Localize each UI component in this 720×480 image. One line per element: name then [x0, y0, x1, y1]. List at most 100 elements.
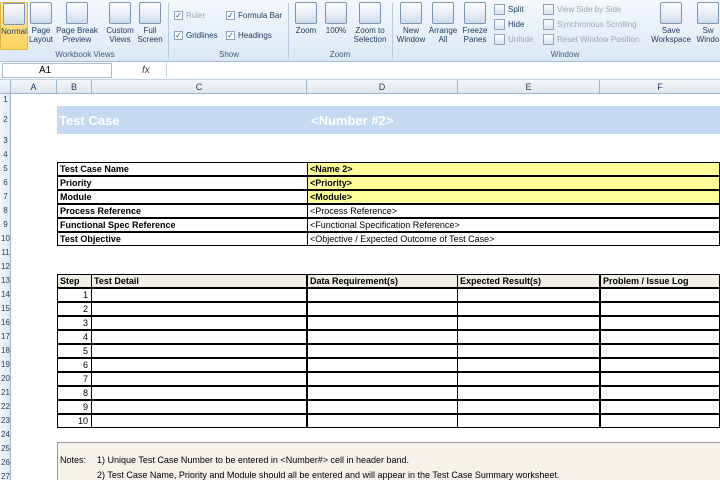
column-header-e[interactable]: E — [458, 80, 600, 94]
step-cell[interactable] — [600, 288, 720, 302]
arrange-all-button[interactable]: Arrange All — [428, 2, 458, 50]
step-number-cell[interactable]: 3 — [57, 316, 92, 330]
row-header[interactable]: 25 — [0, 442, 10, 456]
formula-input[interactable] — [166, 63, 720, 78]
save-workspace-button[interactable]: Save Workspace — [650, 2, 692, 50]
step-cell[interactable] — [600, 316, 720, 330]
step-number-cell[interactable]: 8 — [57, 386, 92, 400]
step-cell[interactable] — [307, 344, 458, 358]
step-cell[interactable] — [307, 386, 458, 400]
row-header[interactable]: 13 — [0, 274, 10, 288]
step-cell[interactable] — [91, 414, 307, 428]
row-header[interactable]: 26 — [0, 456, 10, 470]
unhide-button[interactable]: Unhide — [494, 32, 533, 46]
step-cell[interactable] — [91, 358, 307, 372]
step-cell[interactable] — [457, 386, 600, 400]
step-cell[interactable] — [307, 414, 458, 428]
step-number-cell[interactable]: 10 — [57, 414, 92, 428]
step-cell[interactable] — [307, 316, 458, 330]
step-cell[interactable] — [600, 358, 720, 372]
switch-windows-button[interactable]: Sw Windo — [696, 2, 720, 50]
step-cell[interactable] — [600, 330, 720, 344]
fx-icon[interactable]: fx — [142, 65, 150, 76]
step-cell[interactable] — [307, 288, 458, 302]
column-header-c[interactable]: C — [92, 80, 307, 94]
row-header[interactable]: 18 — [0, 344, 10, 358]
headings-checkbox[interactable]: ✓ Headings — [226, 29, 272, 41]
normal-view-button[interactable]: Normal — [0, 2, 28, 50]
info-value[interactable]: <Name 2> — [307, 162, 720, 176]
step-cell[interactable] — [457, 344, 600, 358]
page-layout-button[interactable]: Page Layout — [28, 2, 54, 50]
step-number-cell[interactable]: 7 — [57, 372, 92, 386]
hide-button[interactable]: Hide — [494, 17, 524, 31]
new-window-button[interactable]: New Window — [396, 2, 426, 50]
info-value[interactable]: <Functional Specification Reference> — [307, 218, 720, 232]
step-cell[interactable] — [600, 400, 720, 414]
row-header[interactable]: 15 — [0, 302, 10, 316]
row-header[interactable]: 11 — [0, 246, 10, 260]
row-header[interactable]: 8 — [0, 204, 10, 218]
step-cell[interactable] — [457, 288, 600, 302]
step-cell[interactable] — [91, 386, 307, 400]
reset-window-position-button[interactable]: Reset Window Position — [543, 32, 639, 46]
step-cell[interactable] — [600, 414, 720, 428]
row-header[interactable]: 19 — [0, 358, 10, 372]
step-cell[interactable] — [457, 400, 600, 414]
step-cell[interactable] — [457, 358, 600, 372]
row-header[interactable]: 23 — [0, 414, 10, 428]
zoom-to-selection-button[interactable]: Zoom to Selection — [352, 2, 388, 50]
step-number-cell[interactable]: 9 — [57, 400, 92, 414]
row-header[interactable]: 17 — [0, 330, 10, 344]
step-cell[interactable] — [457, 414, 600, 428]
row-header[interactable]: 1 — [0, 94, 10, 106]
step-cell[interactable] — [91, 372, 307, 386]
page-break-preview-button[interactable]: Page Break Preview — [56, 2, 98, 50]
name-box[interactable]: A1 — [2, 63, 112, 78]
synchronous-scrolling-button[interactable]: Synchronous Scrolling — [543, 17, 637, 31]
column-header-b[interactable]: B — [57, 80, 92, 94]
step-cell[interactable] — [91, 302, 307, 316]
row-header[interactable]: 24 — [0, 428, 10, 442]
split-button[interactable]: Split — [494, 2, 524, 16]
info-value[interactable]: <Objective / Expected Outcome of Test Ca… — [307, 232, 720, 246]
step-cell[interactable] — [457, 372, 600, 386]
row-header[interactable]: 22 — [0, 400, 10, 414]
step-number-cell[interactable]: 6 — [57, 358, 92, 372]
step-number-cell[interactable]: 4 — [57, 330, 92, 344]
step-cell[interactable] — [457, 330, 600, 344]
gridlines-checkbox[interactable]: ✓ Gridlines — [174, 29, 218, 41]
worksheet[interactable]: Test Case <Number #2> Test Case Name <Nam… — [11, 94, 720, 480]
step-cell[interactable] — [91, 344, 307, 358]
row-header[interactable]: 3 — [0, 134, 10, 148]
test-case-number[interactable]: <Number #2> — [311, 113, 393, 128]
info-value[interactable]: <Priority> — [307, 176, 720, 190]
row-header[interactable]: 9 — [0, 218, 10, 232]
formula-bar-checkbox[interactable]: ✓ Formula Bar — [226, 9, 282, 21]
custom-views-button[interactable]: Custom Views — [104, 2, 136, 50]
step-cell[interactable] — [91, 288, 307, 302]
step-cell[interactable] — [600, 344, 720, 358]
step-number-cell[interactable]: 1 — [57, 288, 92, 302]
view-side-by-side-button[interactable]: View Side by Side — [543, 2, 621, 16]
column-header-f[interactable]: F — [600, 80, 720, 94]
row-header[interactable]: 14 — [0, 288, 10, 302]
row-header[interactable]: 16 — [0, 316, 10, 330]
zoom-100-button[interactable]: 100% — [322, 2, 350, 50]
column-header-a[interactable]: A — [11, 80, 57, 94]
row-header[interactable]: 6 — [0, 176, 10, 190]
row-header[interactable]: 10 — [0, 232, 10, 246]
step-cell[interactable] — [600, 386, 720, 400]
ruler-checkbox[interactable]: ✓ Ruler — [174, 9, 205, 21]
step-cell[interactable] — [307, 358, 458, 372]
info-value[interactable]: <Module> — [307, 190, 720, 204]
row-header[interactable]: 12 — [0, 260, 10, 274]
step-cell[interactable] — [600, 302, 720, 316]
row-header[interactable]: 5 — [0, 162, 10, 176]
step-cell[interactable] — [600, 372, 720, 386]
freeze-panes-button[interactable]: Freeze Panes — [460, 2, 490, 50]
step-cell[interactable] — [91, 400, 307, 414]
column-header-d[interactable]: D — [307, 80, 458, 94]
zoom-button[interactable]: Zoom — [292, 2, 320, 50]
row-header[interactable]: 21 — [0, 386, 10, 400]
